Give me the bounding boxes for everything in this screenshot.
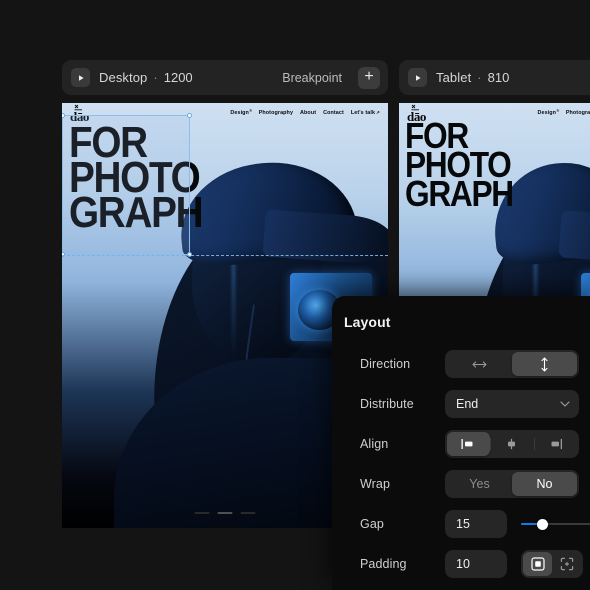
row-gap: Gap 15 bbox=[332, 504, 590, 544]
nav-link-design[interactable]: Design bbox=[537, 110, 558, 116]
selection-box[interactable] bbox=[62, 115, 190, 255]
wrap-option-yes[interactable]: Yes bbox=[447, 472, 512, 496]
layout-panel: Layout Direction Di bbox=[332, 296, 590, 590]
direction-segmented-control bbox=[445, 350, 579, 378]
nav-links: Design Photography About Contact Let's t… bbox=[230, 110, 380, 116]
row-padding: Padding 10 bbox=[332, 544, 590, 584]
nav-link-contact[interactable]: Contact bbox=[323, 110, 344, 116]
arrow-vertical-icon[interactable] bbox=[512, 352, 577, 376]
label-distribute: Distribute bbox=[360, 397, 445, 411]
panel-rows: Direction Distribute bbox=[332, 330, 590, 584]
play-icon[interactable] bbox=[408, 68, 427, 87]
nav-link-photography[interactable]: Photography bbox=[259, 110, 293, 116]
padding-sides-icon[interactable] bbox=[552, 552, 581, 576]
align-end-icon[interactable] bbox=[534, 432, 577, 456]
align-center-icon[interactable] bbox=[490, 432, 533, 456]
control-gap: 15 bbox=[445, 510, 590, 538]
distribute-value: End bbox=[456, 397, 478, 411]
frame-size-tablet: 810 bbox=[488, 70, 510, 85]
breakpoint-label: Breakpoint bbox=[282, 71, 342, 85]
control-padding: 10 bbox=[445, 550, 590, 578]
label-gap: Gap bbox=[360, 517, 445, 531]
frame-toolbar-tablet: Tablet · 810 bbox=[399, 60, 590, 95]
align-start-icon[interactable] bbox=[447, 432, 490, 456]
logo-mark-icon bbox=[411, 104, 420, 111]
logo-mark-icon bbox=[74, 104, 83, 111]
row-wrap: Wrap Yes No bbox=[332, 464, 590, 504]
label-direction: Direction bbox=[360, 357, 445, 371]
gap-slider[interactable] bbox=[521, 517, 590, 531]
pagination-dot[interactable] bbox=[195, 512, 210, 514]
plus-icon: + bbox=[364, 69, 373, 85]
nav-link-photography[interactable]: Photography bbox=[566, 110, 590, 116]
panel-title: Layout bbox=[332, 296, 590, 330]
wrap-segmented-control: Yes No bbox=[445, 470, 579, 498]
play-icon[interactable] bbox=[71, 68, 90, 87]
site-logo-text: dāo bbox=[407, 109, 426, 124]
hero-pagination[interactable] bbox=[195, 512, 256, 514]
gap-input[interactable]: 15 bbox=[445, 510, 507, 538]
frame-toolbar-desktop: Desktop · 1200 Breakpoint + bbox=[62, 60, 388, 95]
label-align: Align bbox=[360, 437, 445, 451]
nav-links: Design Photography About Contact bbox=[537, 110, 590, 116]
padding-input[interactable]: 10 bbox=[445, 550, 507, 578]
chevron-down-icon bbox=[560, 401, 570, 407]
wrap-option-no[interactable]: No bbox=[512, 472, 577, 496]
site-navigation: dāo Design Photography About Contact bbox=[399, 110, 590, 123]
app-root: Desktop · 1200 Breakpoint + bbox=[0, 0, 590, 590]
nav-link-lets-talk[interactable]: Let's talk bbox=[351, 110, 380, 116]
site-logo[interactable]: dāo bbox=[407, 110, 426, 123]
hero-headline: FOR PHOTO GRAPH bbox=[405, 122, 528, 208]
label-wrap: Wrap bbox=[360, 477, 445, 491]
padding-all-icon[interactable] bbox=[523, 552, 552, 576]
resize-handle-top-left[interactable] bbox=[62, 113, 65, 118]
frame-size-desktop: 1200 bbox=[164, 70, 193, 85]
frame-separator: · bbox=[153, 70, 157, 85]
pagination-dot-active[interactable] bbox=[218, 512, 233, 514]
arrow-horizontal-icon[interactable] bbox=[447, 352, 512, 376]
frame-separator: · bbox=[477, 70, 481, 85]
distribute-select[interactable]: End bbox=[445, 390, 579, 418]
row-direction: Direction bbox=[332, 344, 590, 384]
control-align bbox=[445, 430, 590, 458]
alignment-guide bbox=[62, 255, 388, 256]
frame-name-tablet: Tablet bbox=[436, 70, 471, 85]
control-direction bbox=[445, 350, 590, 378]
nav-link-design[interactable]: Design bbox=[230, 110, 251, 116]
frame-name-desktop: Desktop bbox=[99, 70, 147, 85]
label-padding: Padding bbox=[360, 557, 445, 571]
row-align: Align bbox=[332, 424, 590, 464]
padding-mode-group bbox=[521, 550, 583, 578]
align-segmented-control bbox=[445, 430, 579, 458]
gap-slider-knob[interactable] bbox=[537, 519, 548, 530]
headline-line-3: GRAPH bbox=[405, 180, 513, 209]
resize-handle-top-right[interactable] bbox=[187, 113, 192, 118]
control-wrap: Yes No bbox=[445, 470, 590, 498]
pagination-dot[interactable] bbox=[241, 512, 256, 514]
row-distribute: Distribute End bbox=[332, 384, 590, 424]
nav-link-about[interactable]: About bbox=[300, 110, 316, 116]
add-breakpoint-button[interactable]: + bbox=[358, 67, 380, 89]
control-distribute: End bbox=[445, 390, 590, 418]
